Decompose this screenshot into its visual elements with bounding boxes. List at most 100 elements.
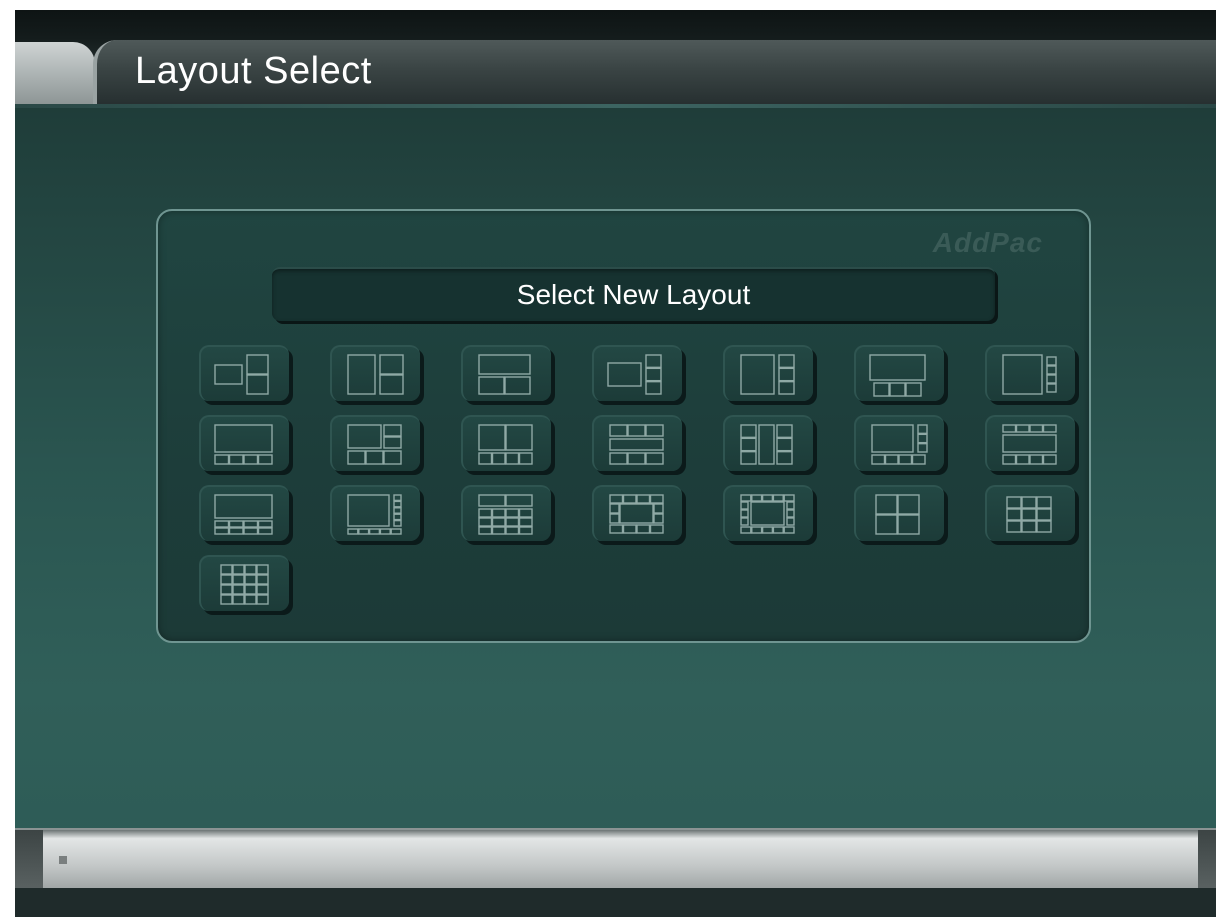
layout-cell bbox=[214, 494, 273, 519]
title-bar: Layout Select bbox=[15, 10, 1216, 105]
layout-cell bbox=[778, 367, 795, 382]
layout-cell bbox=[347, 450, 366, 465]
layout-cell bbox=[917, 433, 928, 444]
layout-cell bbox=[1021, 496, 1037, 509]
layout-selection-panel: AddPac Select New Layout bbox=[156, 209, 1091, 643]
bottom-strip bbox=[15, 888, 1216, 917]
layout-cell bbox=[358, 528, 370, 535]
layout-cell bbox=[1021, 520, 1037, 533]
layout-option-button[interactable] bbox=[985, 345, 1075, 401]
layout-cell bbox=[776, 437, 793, 452]
layout-cell bbox=[347, 354, 376, 395]
layout-preview-icon bbox=[214, 494, 273, 535]
title-divider bbox=[15, 104, 1216, 108]
layout-option-button[interactable] bbox=[723, 415, 813, 471]
layout-option-button[interactable] bbox=[854, 485, 944, 541]
layout-cell bbox=[884, 454, 899, 465]
layout-cell bbox=[246, 374, 269, 395]
layout-cell bbox=[776, 450, 793, 465]
layout-option-button[interactable] bbox=[854, 415, 944, 471]
layout-cell bbox=[740, 494, 752, 502]
layout-cell bbox=[383, 424, 402, 437]
layout-option-button[interactable] bbox=[199, 415, 289, 471]
layout-option-button[interactable] bbox=[592, 345, 682, 401]
layout-cell bbox=[917, 424, 928, 435]
layout-preview-icon bbox=[478, 494, 533, 535]
layout-cell bbox=[645, 354, 662, 369]
layout-cell bbox=[478, 508, 493, 518]
layout-cell bbox=[1006, 520, 1022, 533]
layout-cell bbox=[383, 436, 402, 449]
layout-preview-icon bbox=[478, 354, 531, 395]
layout-preview-icon bbox=[347, 354, 404, 395]
layout-cell bbox=[1042, 454, 1057, 465]
layout-cell bbox=[220, 564, 233, 575]
layout-cell bbox=[740, 424, 757, 439]
layout-cell bbox=[368, 528, 381, 535]
layout-option-button[interactable] bbox=[723, 485, 813, 541]
layout-cell bbox=[393, 513, 402, 521]
layout-cell bbox=[772, 526, 784, 534]
layout-cell bbox=[772, 494, 784, 502]
layout-option-button[interactable] bbox=[461, 345, 551, 401]
layout-cell bbox=[244, 584, 257, 595]
layout-option-button[interactable] bbox=[199, 345, 289, 401]
layout-cell bbox=[228, 527, 244, 535]
layout-option-button[interactable] bbox=[461, 485, 551, 541]
layout-preview-icon bbox=[220, 564, 269, 605]
layout-cell bbox=[627, 452, 646, 465]
layout-cell bbox=[504, 376, 531, 395]
layout-cell bbox=[607, 362, 642, 387]
layout-option-button[interactable] bbox=[985, 415, 1075, 471]
layout-option-button[interactable] bbox=[592, 415, 682, 471]
layout-cell bbox=[653, 513, 664, 524]
layout-option-button[interactable] bbox=[330, 345, 420, 401]
layout-preview-icon bbox=[609, 494, 664, 534]
layout-option-button[interactable] bbox=[199, 485, 289, 541]
status-bar bbox=[15, 828, 1216, 890]
layout-cell bbox=[1021, 508, 1037, 521]
layout-cell bbox=[750, 501, 785, 526]
layout-option-button[interactable] bbox=[723, 345, 813, 401]
layout-cell bbox=[1002, 454, 1017, 465]
layout-cell bbox=[347, 528, 359, 535]
layout-cell bbox=[491, 452, 506, 465]
layout-cell bbox=[905, 382, 922, 397]
layout-option-button[interactable] bbox=[592, 485, 682, 541]
layout-cell bbox=[214, 454, 230, 465]
layout-cell bbox=[740, 437, 757, 452]
layout-cell bbox=[622, 524, 637, 534]
layout-cell bbox=[220, 594, 233, 605]
layout-cell bbox=[1029, 424, 1044, 433]
layout-cell bbox=[609, 452, 628, 465]
layout-cell bbox=[214, 424, 273, 453]
layout-cell bbox=[761, 494, 774, 502]
layout-cell bbox=[478, 526, 493, 535]
layout-cell bbox=[257, 520, 273, 528]
layout-cell bbox=[505, 508, 520, 518]
layout-cell bbox=[751, 526, 763, 534]
layout-cell bbox=[786, 501, 795, 510]
layout-cell bbox=[478, 517, 493, 527]
layout-cell bbox=[609, 503, 620, 514]
layout-option-button[interactable] bbox=[985, 485, 1075, 541]
layout-cell bbox=[243, 454, 259, 465]
status-indicator-icon bbox=[59, 856, 67, 864]
layout-option-button[interactable] bbox=[199, 555, 289, 611]
layout-cell bbox=[220, 584, 233, 595]
layout-option-button[interactable] bbox=[461, 415, 551, 471]
layout-cell bbox=[228, 454, 244, 465]
layout-option-button[interactable] bbox=[330, 485, 420, 541]
layout-cell bbox=[627, 424, 646, 437]
layout-cell bbox=[390, 528, 402, 535]
layout-cell bbox=[740, 509, 749, 518]
layout-option-button[interactable] bbox=[330, 415, 420, 471]
layout-option-button[interactable] bbox=[854, 345, 944, 401]
layout-cell bbox=[609, 524, 624, 534]
layout-preview-icon bbox=[214, 424, 273, 465]
layout-cell bbox=[478, 452, 493, 465]
layout-cell bbox=[636, 494, 651, 504]
layout-cell bbox=[653, 503, 664, 514]
layout-cell bbox=[379, 354, 404, 375]
layout-preview-icon bbox=[478, 424, 533, 465]
